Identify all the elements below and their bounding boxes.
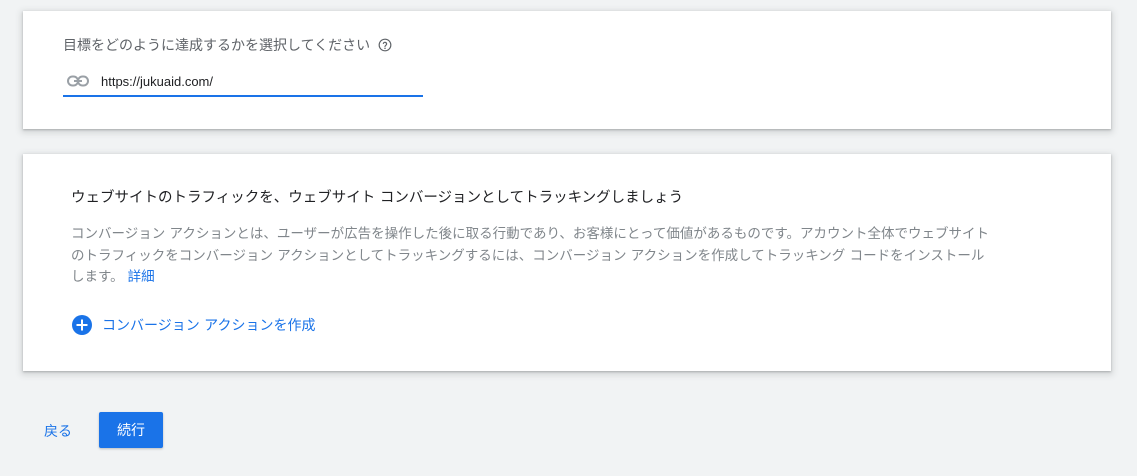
url-field [63, 67, 423, 97]
url-input[interactable] [101, 69, 401, 93]
tracking-description-text: コンバージョン アクションとは、ユーザーが広告を操作した後に取る行動であり、お客… [71, 226, 989, 285]
back-button[interactable]: 戻る [32, 416, 84, 446]
tracking-description: コンバージョン アクションとは、ユーザーが広告を操作した後に取る行動であり、お客… [71, 224, 991, 289]
link-icon [67, 74, 89, 88]
tracking-title: ウェブサイトのトラフィックを、ウェブサイト コンバージョンとしてトラッキングしま… [71, 190, 684, 206]
details-link[interactable]: 詳細 [128, 269, 155, 285]
create-conversion-action-button[interactable]: コンバージョン アクションを作成 [71, 314, 315, 336]
goal-card: 目標をどのように達成するかを選択してください [23, 11, 1111, 129]
goal-label: 目標をどのように達成するかを選択してください [63, 38, 371, 54]
tracking-card: ウェブサイトのトラフィックを、ウェブサイト コンバージョンとしてトラッキングしま… [23, 154, 1111, 371]
goal-label-row: 目標をどのように達成するかを選択してください [63, 35, 392, 55]
create-conversion-action-label: コンバージョン アクションを作成 [102, 318, 316, 334]
continue-button[interactable]: 続行 [99, 412, 163, 448]
help-circle-icon[interactable] [378, 38, 392, 52]
add-circle-icon [71, 314, 93, 336]
